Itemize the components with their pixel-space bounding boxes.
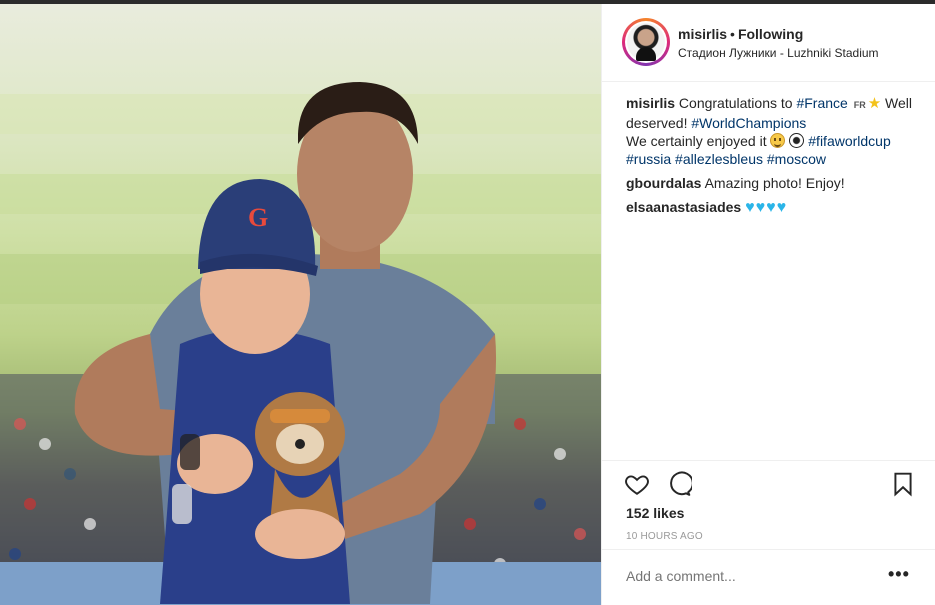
post-photo[interactable]: G — [0, 4, 601, 605]
avatar-image — [627, 23, 665, 61]
post-actions: 152 likes 10 HOURS AGO ••• — [602, 460, 935, 600]
like-heart-icon[interactable] — [624, 471, 650, 497]
following-button[interactable]: Following — [738, 26, 803, 42]
hashtag-france[interactable]: #France — [796, 95, 847, 111]
separator-dot: • — [730, 26, 735, 42]
add-comment-input[interactable] — [626, 568, 876, 584]
svg-text:G: G — [248, 203, 268, 232]
france-flag-icon: FR — [853, 100, 866, 110]
hashtag-fifaworldcup[interactable]: #fifaworldcup — [808, 133, 891, 149]
username-row: misirlis • Following — [678, 26, 803, 42]
smiley-emoji-icon — [770, 133, 786, 148]
likes-count[interactable]: 152 likes — [626, 505, 684, 521]
post-timestamp[interactable]: 10 HOURS AGO — [626, 531, 703, 542]
photo-illustration: G — [0, 82, 601, 605]
post-side-panel: misirlis • Following Стадион Лужники - Luz… — [601, 4, 935, 605]
avatar-frame — [625, 21, 667, 63]
more-options-icon[interactable]: ••• — [888, 564, 910, 585]
caption-text-1: Congratulations to — [678, 95, 793, 111]
post-header: misirlis • Following Стадион Лужники - Luz… — [602, 4, 935, 82]
caption: misirlis Congratulations to #France FR ★ … — [626, 94, 922, 168]
comment-bubble-icon[interactable] — [666, 471, 694, 497]
hashtag-allezlesbleus[interactable]: #allezlesbleus — [675, 151, 763, 167]
comment-username[interactable]: gbourdalas — [626, 175, 701, 191]
comment-username[interactable]: elsaanastasiades — [626, 199, 741, 215]
comments-list: misirlis Congratulations to #France FR ★ … — [626, 94, 922, 223]
caption-username[interactable]: misirlis — [626, 95, 675, 111]
blue-hearts-icon: ♥♥♥♥ — [745, 199, 788, 216]
list-item: gbourdalas Amazing photo! Enjoy! — [626, 174, 922, 192]
soccer-ball-icon — [789, 133, 805, 148]
location-link[interactable]: Стадион Лужники - Luzhniki Stadium — [678, 46, 879, 60]
star-icon: ★ — [867, 95, 882, 112]
hashtag-moscow[interactable]: #moscow — [767, 151, 826, 167]
list-item: elsaanastasiades ♥♥♥♥ — [626, 198, 922, 217]
hashtag-worldchampions[interactable]: #WorldChampions — [691, 115, 806, 131]
hashtag-russia[interactable]: #russia — [626, 151, 671, 167]
comment-composer: ••• — [602, 549, 935, 601]
bookmark-icon[interactable] — [890, 471, 916, 497]
username-link[interactable]: misirlis — [678, 26, 727, 42]
avatar[interactable] — [622, 18, 670, 66]
comment-text: Amazing photo! Enjoy! — [704, 175, 845, 191]
caption-text-3: We certainly enjoyed it — [626, 133, 767, 149]
